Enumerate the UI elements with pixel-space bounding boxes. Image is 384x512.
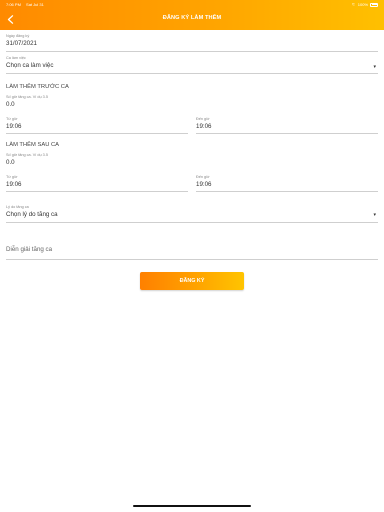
explanation-input[interactable]: Diễn giải tăng ca: [6, 238, 378, 260]
before-hours-label: Số giờ tăng ca. Ví dụ 3.5: [6, 95, 48, 99]
status-time: 7:06 PM: [6, 2, 21, 7]
explanation-placeholder: Diễn giải tăng ca: [6, 246, 53, 253]
before-hours-value: 0.0: [6, 100, 15, 108]
date-value: 31/07/2021: [6, 39, 37, 47]
after-from-underline: [6, 191, 188, 192]
before-from-time[interactable]: Từ giờ 19:06: [6, 117, 188, 135]
after-hours-label: Số giờ tăng ca. Ví dụ 3.5: [6, 153, 48, 157]
after-hours-input[interactable]: Số giờ tăng ca. Ví dụ 3.5 0.0: [6, 153, 378, 171]
reason-select[interactable]: Lý do tăng ca Chọn lý do tăng ca ▾: [6, 205, 378, 223]
before-to-underline: [196, 133, 378, 134]
after-to-time[interactable]: Đến giờ 19:06: [196, 175, 378, 193]
after-from-label: Từ giờ: [6, 175, 18, 179]
battery-icon: [370, 2, 378, 7]
date-field[interactable]: Ngày đăng ký 31/07/2021: [6, 34, 378, 52]
shift-select[interactable]: Ca làm việc Chọn ca làm việc ▾: [6, 56, 378, 74]
home-indicator: [133, 505, 251, 507]
app-header: 7:06 PM Sat Jul 31 ≈ 100% ĐĂNG KÝ LÀM TH…: [0, 0, 384, 30]
date-label: Ngày đăng ký: [6, 34, 30, 38]
battery-percent: 100%: [357, 2, 368, 7]
shift-label: Ca làm việc: [6, 56, 26, 60]
caret-down-icon: ▾: [373, 212, 376, 218]
before-from-underline: [6, 133, 188, 134]
reason-value: Chọn lý do tăng ca: [6, 210, 58, 218]
before-from-label: Từ giờ: [6, 117, 18, 121]
submit-button[interactable]: ĐĂNG KÝ: [140, 272, 244, 290]
after-from-value: 19:06: [6, 180, 22, 188]
before-section-title: LÀM THÊM TRƯỚC CA: [6, 84, 69, 90]
reason-underline: [6, 222, 378, 223]
after-to-value: 19:06: [196, 180, 212, 188]
page-title: ĐĂNG KÝ LÀM THÊM: [162, 15, 222, 21]
before-to-time[interactable]: Đến giờ 19:06: [196, 117, 378, 135]
date-underline: [6, 51, 378, 52]
explanation-underline: [6, 259, 378, 260]
after-to-underline: [196, 191, 378, 192]
before-to-label: Đến giờ: [196, 117, 210, 121]
after-section-title: LÀM THÊM SAU CA: [6, 142, 60, 148]
after-hours-value: 0.0: [6, 158, 15, 166]
after-from-time[interactable]: Từ giờ 19:06: [6, 175, 188, 193]
status-date: Sat Jul 31: [26, 2, 44, 7]
shift-underline: [6, 73, 378, 74]
shift-value: Chọn ca làm việc: [6, 61, 54, 69]
caret-down-icon: ▾: [373, 64, 376, 70]
before-hours-input[interactable]: Số giờ tăng ca. Ví dụ 3.5 0.0: [6, 95, 378, 113]
status-bar: 7:06 PM Sat Jul 31 ≈ 100%: [0, 0, 384, 9]
before-to-value: 19:06: [196, 122, 212, 130]
after-to-label: Đến giờ: [196, 175, 210, 179]
wifi-icon: ≈: [352, 1, 355, 8]
before-from-value: 19:06: [6, 122, 22, 130]
reason-label: Lý do tăng ca: [6, 205, 29, 209]
